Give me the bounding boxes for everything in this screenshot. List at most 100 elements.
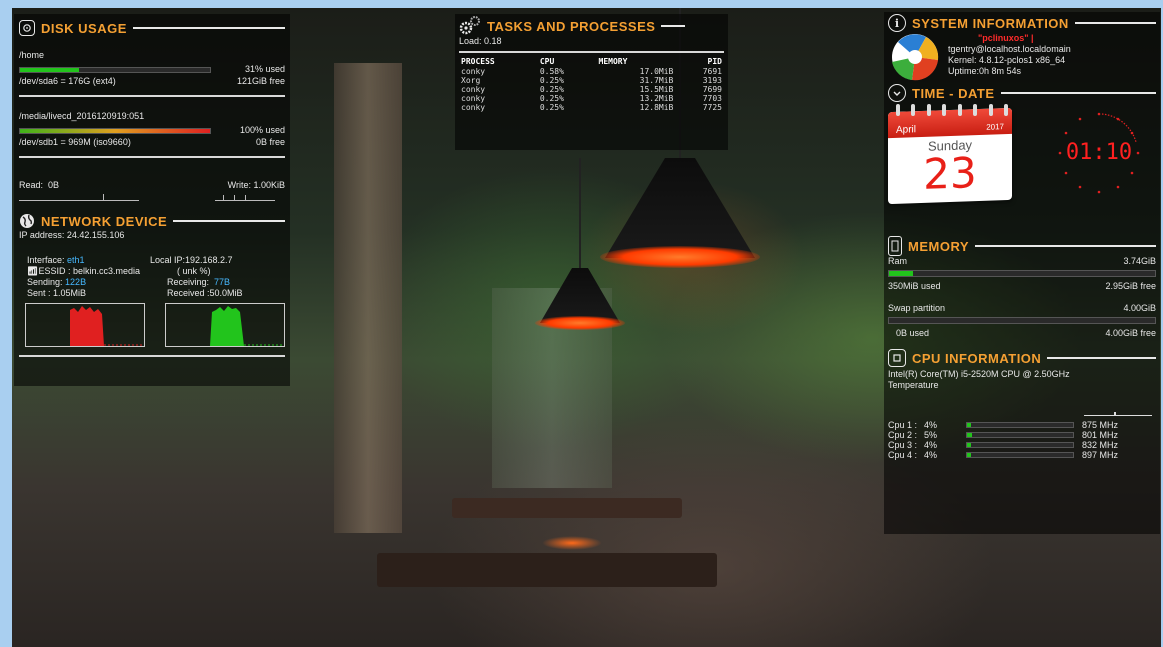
cpu-core-row: Cpu 4 : 4% 897 MHz	[888, 450, 1156, 460]
ram-free: 2.95GiB free	[1105, 281, 1156, 291]
cpu-core-bar	[966, 432, 1074, 438]
process-memory: 15.5MiB	[639, 85, 674, 94]
home-used: 31% used	[244, 64, 285, 74]
receiving-value: 77B	[214, 277, 231, 287]
tasks-header: TASKS AND PROCESSES	[459, 16, 724, 36]
livecd-device: /dev/sdb1 = 969M (iso9660)	[19, 137, 131, 147]
process-cpu: 0.25%	[539, 76, 564, 85]
livecd-free: 0B free	[255, 137, 285, 147]
digital-clock: 01:10	[1054, 108, 1144, 198]
wifi-icon: 📶︎	[27, 266, 39, 276]
gears-icon	[459, 16, 481, 36]
process-memory: 12.8MiB	[639, 103, 674, 112]
section-divider	[19, 156, 285, 158]
ip-address: IP address: 24.42.155.106	[19, 230, 125, 240]
cpu-core-bar	[966, 452, 1074, 458]
ram-stats: 350MiB used 2.95GiB free	[888, 281, 1156, 292]
livecd-usage-bar	[19, 127, 211, 134]
process-name: Xorg	[461, 76, 481, 85]
table-row[interactable]: conky 0.25% 13.2MiB 7703	[459, 94, 724, 103]
process-table: PROCESS CPU MEMORY PID conky 0.58% 17.0MiB…	[459, 56, 724, 112]
cpu-core-row: Cpu 3 : 4% 832 MHz	[888, 440, 1156, 450]
swap-stats: 0B used 4.00GiB free	[888, 328, 1156, 339]
table-row[interactable]: conky 0.58% 17.0MiB 7691	[459, 67, 724, 76]
distro-name: "pclinuxos" |	[978, 33, 1034, 43]
interface-label: Interface:	[27, 255, 65, 265]
pclinuxos-logo-icon	[890, 32, 940, 82]
load-average: Load: 0.18	[459, 36, 502, 46]
sysinfo-title: SYSTEM INFORMATION	[912, 15, 1069, 31]
table-row[interactable]: conky 0.25% 12.8MiB 7725	[459, 103, 724, 112]
disk-network-panel: DISK USAGE /home 31% used /dev/sda6 = 17…	[14, 14, 290, 386]
host-name: tgentry@localhost.localdomain	[948, 44, 1071, 54]
col-memory[interactable]: MEMORY	[597, 56, 676, 67]
title-divider	[132, 27, 285, 29]
ram-label: Ram	[888, 256, 908, 266]
disk-usage-title: DISK USAGE	[41, 20, 127, 36]
cpu-temp-graph	[888, 406, 1156, 416]
calendar-year: 2017	[986, 122, 1004, 132]
network-graphs	[19, 303, 285, 347]
ram-usage-bar	[888, 270, 1156, 277]
title-divider	[661, 25, 686, 27]
cpu-core-row: Cpu 1 : 4% 875 MHz	[888, 420, 1156, 430]
sending-value: 122B	[65, 277, 87, 287]
sysinfo-text: "pclinuxos" | tgentry@localhost.localdom…	[948, 33, 1071, 82]
received-total: Received :50.0MiB	[167, 288, 243, 298]
col-cpu[interactable]: CPU	[538, 56, 597, 67]
cpu-cores: Cpu 1 : 4% 875 MHz Cpu 2 : 5% 801 MHz Cp…	[888, 420, 1156, 460]
table-row[interactable]: Xorg 0.25% 31.7MiB 3193	[459, 76, 724, 85]
disk-io: Read: 0B Write: 1.00KiB	[19, 180, 285, 191]
process-memory: 13.2MiB	[639, 94, 674, 103]
network-details: Interface: eth1 Local IP:192.168.2.7 📶︎E…	[19, 255, 285, 299]
network-title: NETWORK DEVICE	[41, 213, 168, 229]
cpu-title: CPU INFORMATION	[912, 350, 1042, 366]
table-row[interactable]: conky 0.25% 15.5MiB 7699	[459, 85, 724, 94]
home-disk: /home 31% used /dev/sda6 = 176G (ext4) 1…	[19, 50, 285, 87]
cpu-temperature-label: Temperature	[888, 380, 939, 390]
cpu-core-percent: 4%	[924, 449, 938, 460]
cpu-icon	[888, 349, 906, 367]
wallpaper-table	[452, 498, 682, 518]
upload-graph	[25, 303, 145, 347]
title-divider	[1000, 92, 1156, 94]
cpu-core-bar	[966, 442, 1074, 448]
calendar-day: 23	[923, 148, 977, 199]
signal-strength: ( unk %)	[177, 266, 211, 276]
clock-time: 01:10	[1065, 140, 1133, 165]
timedate-title: TIME - DATE	[912, 85, 995, 101]
home-free: 121GiB free	[236, 76, 285, 86]
tasks-title: TASKS AND PROCESSES	[487, 18, 656, 34]
swap-used: 0B used	[896, 328, 930, 338]
clock-icon	[888, 84, 906, 102]
col-pid[interactable]: PID	[675, 56, 724, 67]
system-panel: i SYSTEM INFORMATION "pclinuxos" | tgent…	[884, 12, 1160, 534]
cpu-core-label: Cpu 4 :	[888, 449, 918, 460]
process-name: conky	[461, 85, 486, 94]
interface-value: eth1	[67, 255, 85, 265]
col-process[interactable]: PROCESS	[459, 56, 538, 67]
ram-used: 350MiB used	[888, 281, 941, 291]
home-device: /dev/sda6 = 176G (ext4)	[19, 76, 116, 86]
process-memory: 17.0MiB	[639, 67, 674, 76]
essid: ESSID : belkin.cc3.media	[38, 266, 140, 276]
read-value: 0B	[48, 180, 60, 190]
process-name: conky	[461, 67, 486, 76]
uptime: Uptime:0h 8m 54s	[948, 66, 1022, 76]
process-pid: 7703	[702, 94, 722, 103]
timedate-header: TIME - DATE	[888, 84, 1156, 102]
memory-icon	[888, 236, 902, 256]
disk-icon	[19, 20, 35, 36]
process-name: conky	[461, 94, 486, 103]
sent-total: Sent : 1.05MiB	[27, 288, 87, 298]
process-cpu: 0.25%	[539, 94, 564, 103]
disk-io-graphs	[19, 191, 285, 201]
livecd-path: /media/livecd_2016120919:051	[19, 111, 145, 121]
process-pid: 3193	[702, 76, 722, 85]
title-divider	[975, 245, 1156, 247]
process-name: conky	[461, 103, 486, 112]
livecd-disk: /media/livecd_2016120919:051 100% used /…	[19, 111, 285, 148]
cpu-header: CPU INFORMATION	[888, 349, 1156, 367]
network-header: NETWORK DEVICE	[19, 213, 285, 229]
cpu-core-row: Cpu 2 : 5% 801 MHz	[888, 430, 1156, 440]
